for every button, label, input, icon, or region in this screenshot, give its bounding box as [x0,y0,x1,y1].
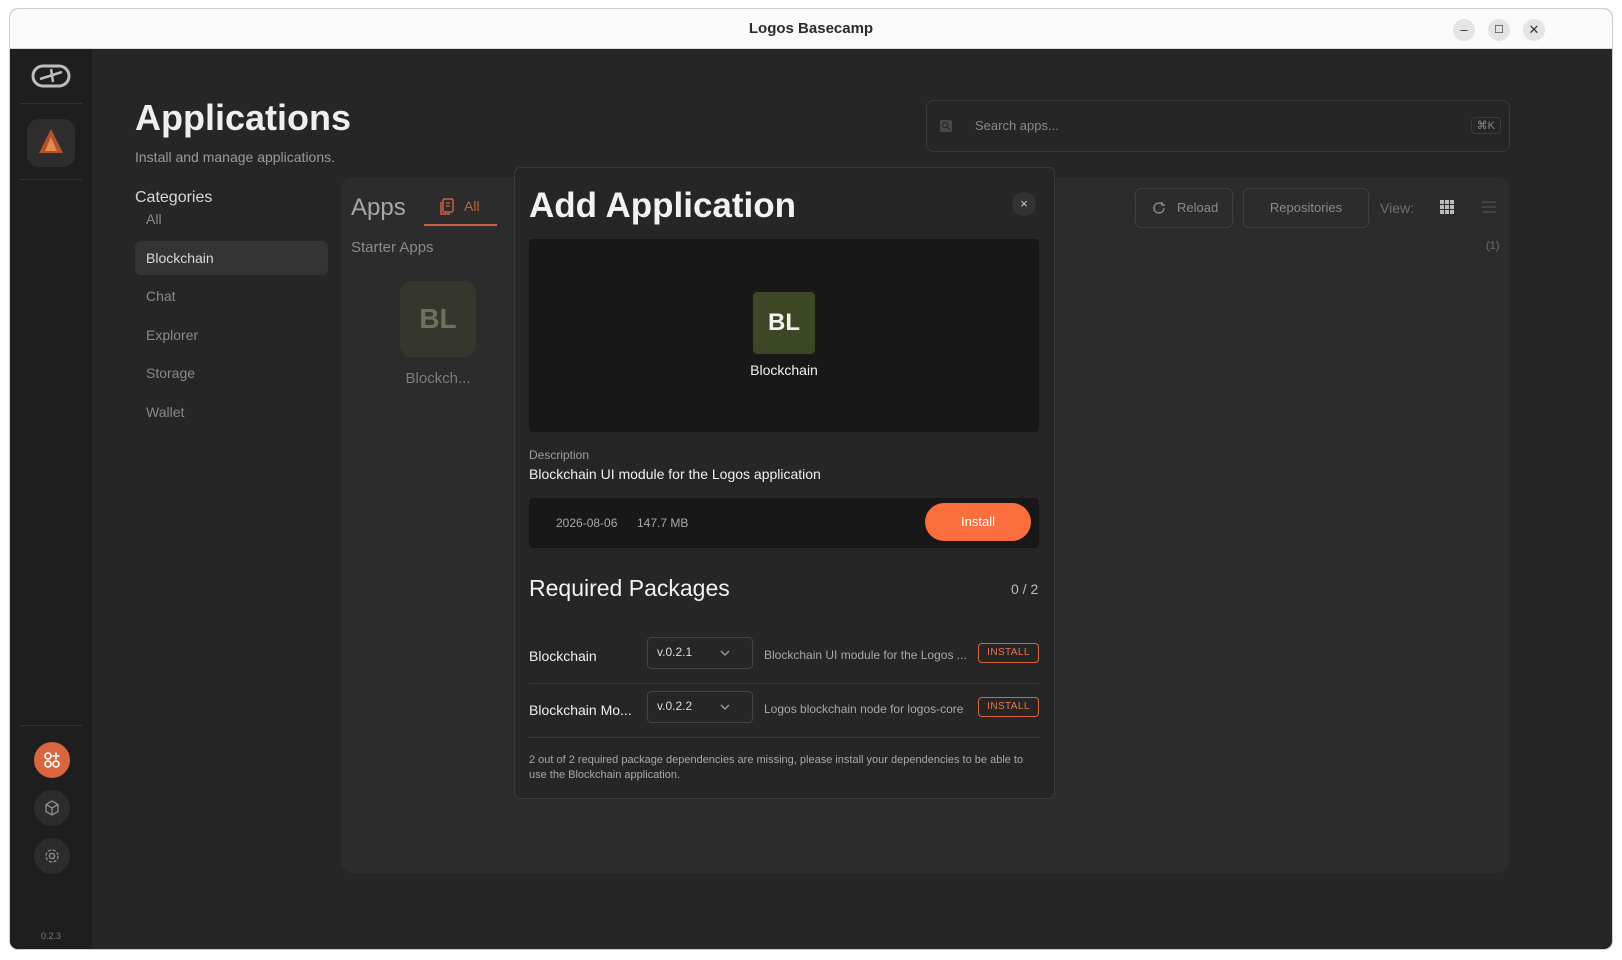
rail-app-blockchain[interactable] [27,119,75,167]
dialog-title: Add Application [529,186,797,225]
maximize-button[interactable]: ☐ [1488,19,1510,41]
reload-label: Reload [1177,200,1219,215]
search-shortcut: ⌘K [1470,117,1501,134]
rail-divider [20,725,82,726]
description-label: Description [529,448,590,462]
package-name: Blockchain [529,648,597,664]
grid-plus-icon [44,752,60,768]
install-button[interactable]: Install [925,503,1031,541]
version-value: v.0.2.1 [657,645,693,659]
rail-divider [20,179,82,180]
category-wallet[interactable]: Wallet [135,395,328,429]
release-date: 2026-08-06 [556,516,618,530]
close-window-button[interactable]: ✕ [1523,19,1545,41]
app-name: Blockchain [750,362,818,378]
apps-count: (1) [1486,240,1500,252]
tab-all[interactable]: All [424,192,497,226]
version-select[interactable]: v.0.2.2 [647,691,753,723]
package-install-button[interactable]: INSTALL [978,643,1039,663]
package-description: Logos blockchain node for logos-core [764,702,964,716]
reload-icon [1153,202,1165,214]
window-title: Logos Basecamp [748,20,874,37]
title-bar: Logos Basecamp – ☐ ✕ [10,9,1612,49]
release-info-bar: 2026-08-06 147.7 MB Install [529,498,1039,548]
package-description: Blockchain UI module for the Logos ... [764,648,967,662]
rail-divider [20,103,82,104]
category-chat[interactable]: Chat [135,279,328,313]
list-view-icon[interactable] [1482,200,1496,214]
logos-logo-icon[interactable] [31,63,71,89]
package-install-button[interactable]: INSTALL [978,697,1039,717]
app-version: 0.2.3 [40,931,62,941]
chevron-down-icon [720,704,730,710]
app-icon: BL [753,292,815,354]
starter-apps-heading: Starter Apps [351,239,434,256]
category-explorer[interactable]: Explorer [135,318,328,352]
app-card-icon[interactable]: BL [400,281,476,357]
dialog-close-button[interactable]: × [1012,192,1036,216]
category-blockchain[interactable]: Blockchain [135,241,328,275]
grid-view-icon[interactable] [1440,200,1454,214]
category-storage[interactable]: Storage [135,356,328,390]
missing-dependencies-warning: 2 out of 2 required package dependencies… [529,754,1024,781]
apps-heading: Apps [351,194,406,221]
version-select[interactable]: v.0.2.1 [647,637,753,669]
package-name: Blockchain Mo... [529,702,632,718]
package-row: Blockchain v.0.2.1 Blockchain UI module … [529,629,1039,684]
settings-nav-button[interactable] [34,838,70,874]
app-card-name[interactable]: Blockch... [390,370,486,387]
minimize-button[interactable]: – [1453,19,1475,41]
release-size: 147.7 MB [637,516,689,530]
repositories-button[interactable]: Repositories [1243,188,1369,228]
category-all[interactable]: All [135,202,328,236]
view-label: View: [1380,200,1414,216]
packages-nav-button[interactable] [34,790,70,826]
documents-icon [440,198,454,215]
version-value: v.0.2.2 [657,699,693,713]
description-text: Blockchain UI module for the Logos appli… [529,466,821,482]
chevron-down-icon [720,650,730,656]
sidebar-rail: 0.2.3 [10,49,92,949]
apps-nav-button[interactable] [34,742,70,778]
page-subtitle: Install and manage applications. [135,149,336,165]
reload-button[interactable]: Reload [1135,188,1233,228]
tab-all-label: All [464,198,480,214]
blockchain-app-icon [39,129,63,153]
add-application-dialog: Add Application × BL Blockchain Descript… [514,167,1055,799]
gear-icon [45,849,59,863]
search-box[interactable]: Search apps... ⌘K [926,100,1510,152]
app-preview: BL Blockchain [529,239,1039,432]
package-icon [45,800,59,816]
required-packages-count: 0 / 2 [1011,581,1039,597]
search-input[interactable]: Search apps... [975,118,1059,133]
package-row: Blockchain Mo... v.0.2.2 Logos blockchai… [529,683,1039,738]
search-icon [940,120,952,132]
required-packages-title: Required Packages [529,575,730,601]
app-window: Logos Basecamp – ☐ ✕ 0.2.3 Applications … [10,9,1612,949]
page-title: Applications [135,97,352,138]
